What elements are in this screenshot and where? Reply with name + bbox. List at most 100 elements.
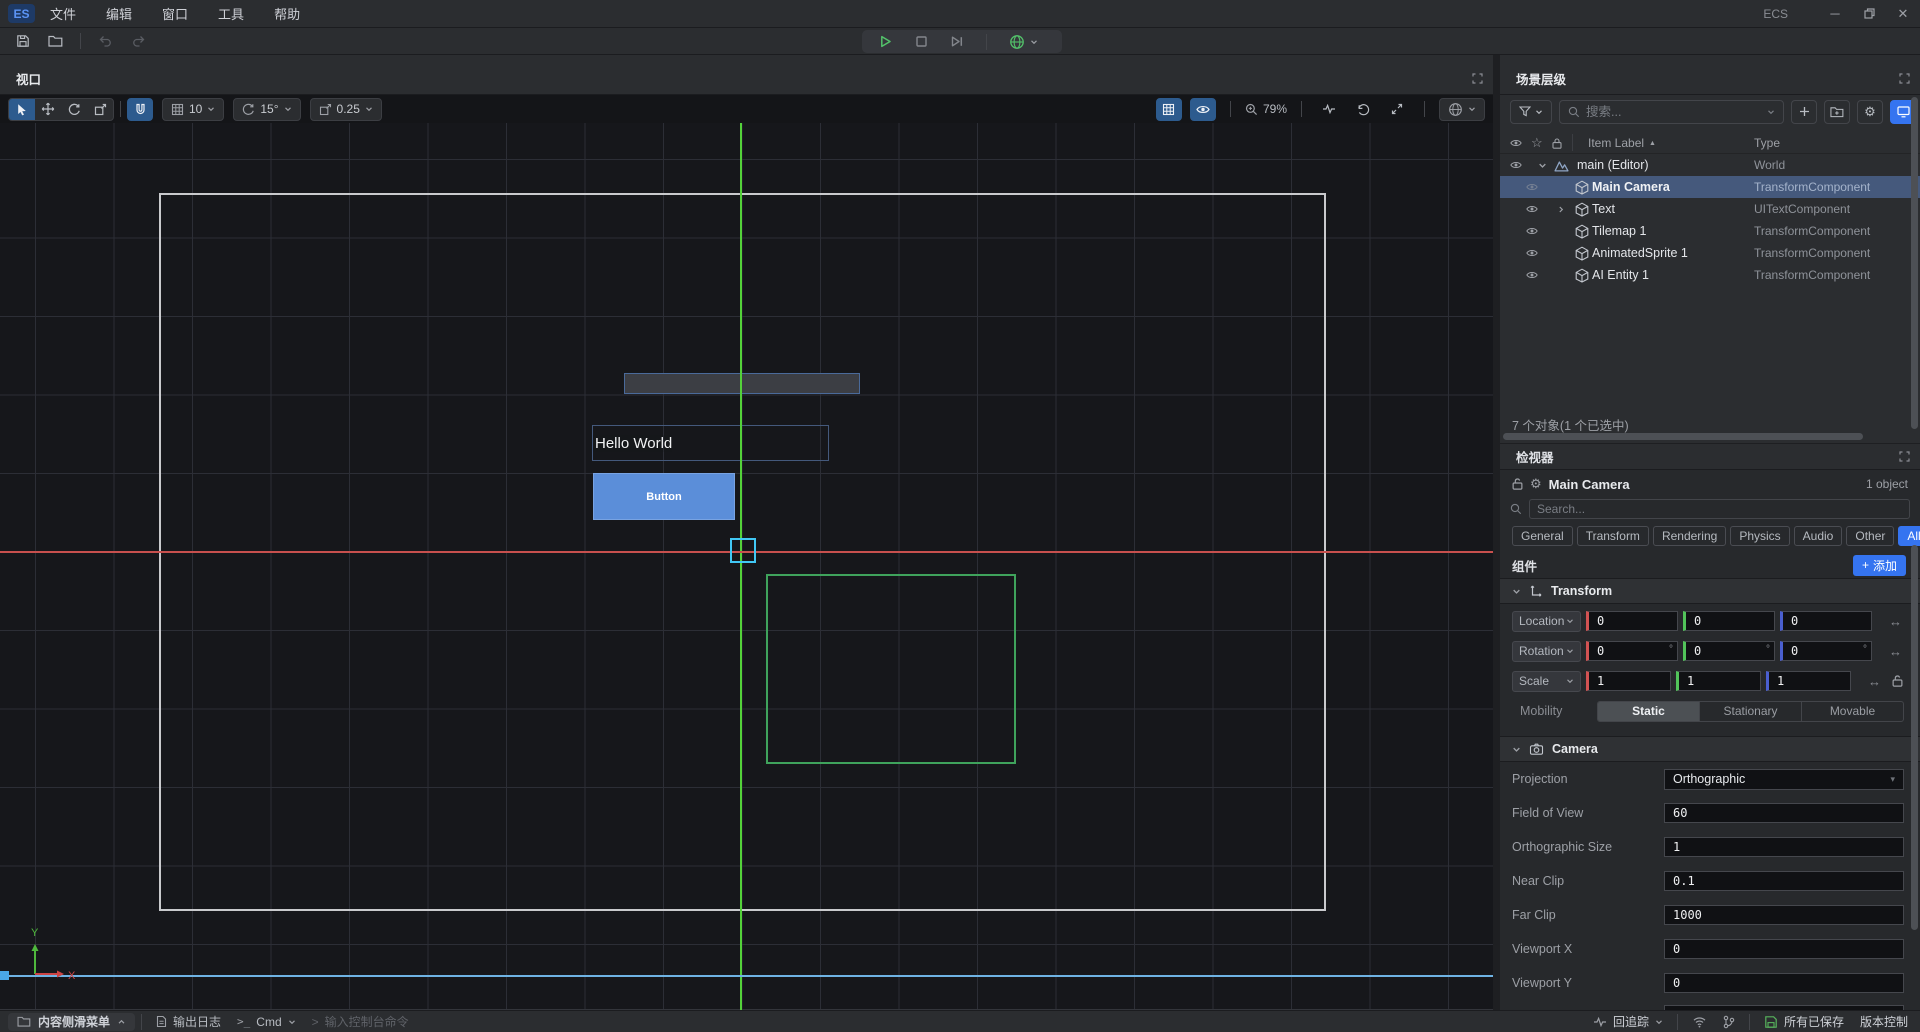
scale-z-input[interactable] xyxy=(1766,671,1851,691)
backtrace-dropdown[interactable]: 回追踪 xyxy=(1593,1013,1663,1030)
visibility-eye-icon[interactable] xyxy=(1526,242,1538,264)
scene-canvas[interactable]: Hello World Button Y X xyxy=(0,123,1493,1010)
stats-button[interactable] xyxy=(1316,98,1342,121)
entity-bounds-outline[interactable] xyxy=(766,574,1016,764)
hierarchy-row-main-camera[interactable]: Main Camera TransformComponent xyxy=(1500,176,1920,198)
inspector-vertical-scrollbar[interactable] xyxy=(1911,545,1918,930)
add-folder-button[interactable] xyxy=(1824,100,1850,124)
inspector-search-input[interactable] xyxy=(1537,502,1902,516)
type-column-header[interactable]: Type xyxy=(1754,132,1780,154)
minimize-button[interactable]: ─ xyxy=(1818,0,1852,27)
select-tool-button[interactable] xyxy=(9,98,35,121)
label-column-header[interactable]: Item Label ▲ xyxy=(1588,132,1656,154)
network-status-icon[interactable] xyxy=(1692,1016,1707,1028)
hierarchy-row-text[interactable]: Text UITextComponent xyxy=(1500,198,1920,220)
link-axes-icon[interactable]: ↔ xyxy=(1868,674,1881,689)
hierarchy-row-ai-entity[interactable]: AI Entity 1 TransformComponent xyxy=(1500,264,1920,286)
field-of-view-input[interactable] xyxy=(1664,803,1904,823)
add-component-button[interactable]: + 添加 xyxy=(1853,555,1906,576)
rotation-x-input[interactable] xyxy=(1586,641,1678,661)
projection-dropdown[interactable]: Orthographic ▾ xyxy=(1664,769,1904,790)
rotation-snap-dropdown[interactable]: 15° xyxy=(233,98,300,121)
grid-snap-dropdown[interactable]: 10 xyxy=(162,98,224,121)
inspector-expand-button[interactable] xyxy=(1899,451,1910,462)
add-entity-button[interactable] xyxy=(1791,100,1817,124)
hierarchy-search-input[interactable] xyxy=(1586,105,1761,119)
near-clip-input[interactable] xyxy=(1664,871,1904,891)
guide-handle[interactable] xyxy=(0,971,9,980)
unlock-icon[interactable] xyxy=(1512,478,1523,490)
filter-button[interactable] xyxy=(1510,100,1552,124)
lock-column-icon[interactable] xyxy=(1552,132,1562,154)
expander-chevron-right-icon[interactable] xyxy=(1557,198,1565,220)
location-y-input[interactable] xyxy=(1683,611,1775,631)
reset-view-button[interactable] xyxy=(1350,98,1376,121)
selected-ui-bar[interactable] xyxy=(624,373,860,394)
ui-text-element[interactable]: Hello World xyxy=(592,425,829,461)
rotate-tool-button[interactable] xyxy=(61,98,87,121)
close-button[interactable]: ✕ xyxy=(1886,0,1920,27)
hierarchy-vertical-scrollbar[interactable] xyxy=(1911,97,1918,429)
view-mode-dropdown[interactable] xyxy=(1439,98,1485,121)
hierarchy-expand-button[interactable] xyxy=(1899,73,1910,84)
hierarchy-search[interactable] xyxy=(1559,100,1784,124)
content-drawer-button[interactable]: 内容侧滑菜单 xyxy=(8,1013,135,1031)
hierarchy-settings-button[interactable]: ⚙ xyxy=(1857,100,1883,124)
fullscreen-button[interactable] xyxy=(1384,98,1410,121)
mobility-movable-option[interactable]: Movable xyxy=(1802,702,1903,721)
menu-file[interactable]: 文件 xyxy=(35,0,91,27)
tab-audio[interactable]: Audio xyxy=(1794,526,1843,546)
tab-all[interactable]: All xyxy=(1898,526,1920,546)
viewport-expand-button[interactable] xyxy=(1472,73,1483,84)
star-column-icon[interactable]: ☆ xyxy=(1531,132,1543,154)
maximize-button[interactable] xyxy=(1852,0,1886,27)
far-clip-input[interactable] xyxy=(1664,905,1904,925)
hierarchy-row-animatedsprite[interactable]: AnimatedSprite 1 TransformComponent xyxy=(1500,242,1920,264)
version-control-button[interactable]: 版本控制 xyxy=(1860,1013,1908,1030)
stop-button[interactable] xyxy=(908,32,934,52)
tab-rendering[interactable]: Rendering xyxy=(1653,526,1726,546)
visibility-eye-icon[interactable] xyxy=(1526,220,1538,242)
viewport-y-input[interactable] xyxy=(1664,973,1904,993)
tab-general[interactable]: General xyxy=(1512,526,1573,546)
run-target-dropdown[interactable] xyxy=(1003,32,1043,52)
menu-tools[interactable]: 工具 xyxy=(203,0,259,27)
visibility-eye-icon[interactable] xyxy=(1526,198,1538,220)
gear-icon[interactable]: ⚙ xyxy=(1530,476,1542,492)
camera-section-header[interactable]: Camera xyxy=(1500,736,1920,762)
cmd-dropdown[interactable]: >_ Cmd xyxy=(237,1015,296,1029)
grid-visibility-button[interactable] xyxy=(1156,98,1182,121)
redo-button[interactable] xyxy=(125,30,151,52)
rotation-mode-dropdown[interactable]: Rotation xyxy=(1512,641,1581,662)
rotation-z-input[interactable] xyxy=(1780,641,1872,661)
rect-edit-tool-button[interactable] xyxy=(87,98,113,121)
mobility-stationary-option[interactable]: Stationary xyxy=(1700,702,1802,721)
mobility-static-option[interactable]: Static xyxy=(1598,702,1700,721)
visibility-eye-icon[interactable] xyxy=(1510,154,1522,176)
version-branch-icon[interactable] xyxy=(1723,1015,1735,1029)
save-status[interactable]: 所有已保存 xyxy=(1764,1013,1844,1030)
step-button[interactable] xyxy=(944,32,970,52)
tab-other[interactable]: Other xyxy=(1846,526,1894,546)
tab-physics[interactable]: Physics xyxy=(1730,526,1789,546)
output-log-button[interactable]: 输出日志 xyxy=(156,1013,221,1030)
menu-window[interactable]: 窗口 xyxy=(147,0,203,27)
hierarchy-horizontal-scrollbar[interactable] xyxy=(1503,433,1863,440)
gizmo-visibility-button[interactable] xyxy=(1190,98,1216,121)
snap-toggle-button[interactable] xyxy=(127,98,153,121)
location-mode-dropdown[interactable]: Location xyxy=(1512,611,1581,632)
transform-section-header[interactable]: Transform xyxy=(1500,578,1920,604)
hierarchy-row-tilemap[interactable]: Tilemap 1 TransformComponent xyxy=(1500,220,1920,242)
expander-chevron-down-icon[interactable] xyxy=(1538,154,1547,176)
undo-button[interactable] xyxy=(93,30,119,52)
menu-help[interactable]: 帮助 xyxy=(259,0,315,27)
tab-transform[interactable]: Transform xyxy=(1577,526,1649,546)
visibility-eye-icon[interactable] xyxy=(1526,176,1538,198)
visibility-eye-icon[interactable] xyxy=(1526,264,1538,286)
location-z-input[interactable] xyxy=(1780,611,1872,631)
scale-y-input[interactable] xyxy=(1676,671,1761,691)
scale-mode-dropdown[interactable]: Scale xyxy=(1512,671,1581,692)
menu-edit[interactable]: 编辑 xyxy=(91,0,147,27)
selection-square[interactable] xyxy=(730,538,756,563)
scale-x-input[interactable] xyxy=(1586,671,1671,691)
